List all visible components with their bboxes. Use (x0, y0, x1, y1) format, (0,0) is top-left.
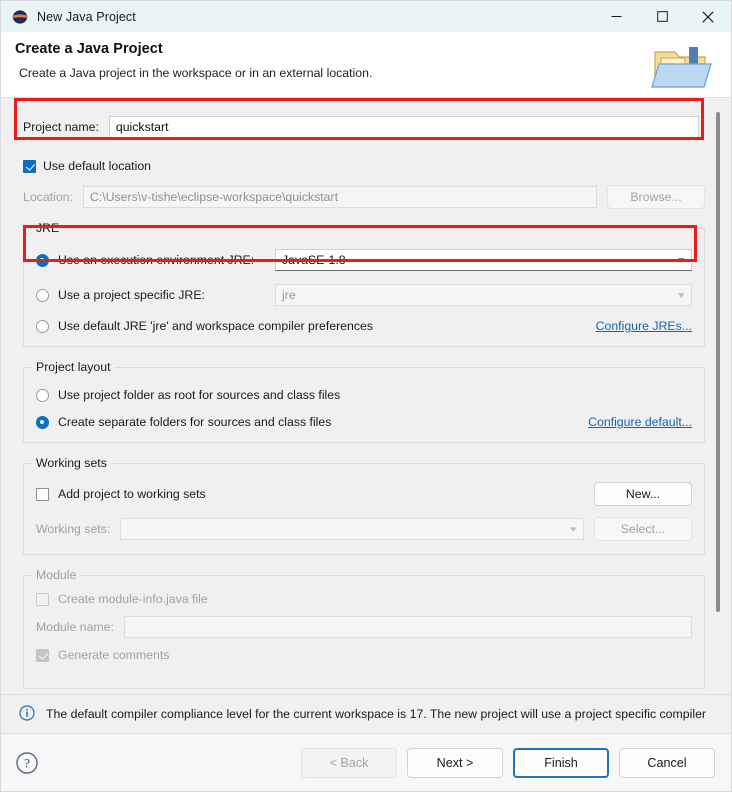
next-button[interactable]: Next > (407, 747, 503, 778)
jre-execution-environment-radio[interactable] (36, 253, 49, 267)
dialog-header: Create a Java Project Create a Java proj… (1, 32, 731, 98)
working-sets-combo[interactable]: ▾ (120, 518, 584, 540)
eclipse-icon (12, 9, 28, 25)
maximize-icon[interactable] (639, 1, 685, 32)
working-sets-group: Working sets Add project to working sets… (23, 456, 705, 555)
module-group: Module Create module-info.java file Modu… (23, 568, 705, 689)
window-controls (593, 1, 731, 32)
jre-option-execution-environment-row[interactable]: Use an execution environment JRE: JavaSE… (36, 249, 692, 271)
module-name-label: Module name: (36, 620, 114, 634)
dialog-footer: ? < Back Next > Finish Cancel (1, 733, 731, 791)
layout-separate-folders-label: Create separate folders for sources and … (58, 415, 332, 429)
java-project-folder-icon (645, 38, 717, 96)
title-bar: New Java Project (1, 1, 731, 32)
use-default-location-checkbox[interactable] (23, 159, 36, 173)
jre-execution-environment-value: JavaSE-1.8 (282, 253, 346, 267)
module-name-row: Module name: (36, 616, 692, 638)
layout-separate-folders-radio[interactable] (36, 415, 49, 429)
jre-project-specific-combo[interactable]: jre ▾ (275, 284, 692, 306)
location-row: Location: C:\Users\v-tishe\eclipse-works… (23, 185, 705, 209)
create-module-info-row[interactable]: Create module-info.java file (36, 592, 692, 606)
browse-button[interactable]: Browse... (607, 185, 705, 209)
use-default-location-row[interactable]: Use default location (23, 159, 705, 173)
create-module-info-label: Create module-info.java file (58, 592, 208, 606)
add-to-working-sets-checkbox[interactable] (36, 487, 49, 501)
project-name-row: Project name: quickstart (23, 116, 705, 138)
layout-project-folder-radio[interactable] (36, 388, 49, 402)
new-java-project-dialog: New Java Project Create a Java Project C… (0, 0, 732, 792)
chevron-down-icon: ▾ (678, 254, 686, 265)
jre-option-default-row[interactable]: Use default JRE 'jre' and workspace comp… (36, 319, 692, 333)
help-icon[interactable]: ? (15, 751, 39, 775)
back-button[interactable]: < Back (301, 747, 397, 778)
jre-execution-environment-label: Use an execution environment JRE: (58, 253, 255, 267)
close-icon[interactable] (685, 1, 731, 32)
project-layout-group: Project layout Use project folder as roo… (23, 360, 705, 443)
jre-default-label: Use default JRE 'jre' and workspace comp… (58, 319, 373, 333)
generate-comments-checkbox[interactable] (36, 648, 49, 662)
status-message: The default compiler compliance level fo… (46, 707, 707, 721)
layout-project-folder-label: Use project folder as root for sources a… (58, 388, 341, 402)
content-scrollbar[interactable] (713, 104, 723, 688)
svg-text:?: ? (24, 755, 30, 770)
jre-project-specific-radio[interactable] (36, 288, 49, 302)
location-input[interactable]: C:\Users\v-tishe\eclipse-workspace\quick… (82, 186, 597, 208)
select-working-set-button[interactable]: Select... (594, 517, 692, 541)
use-default-location-label: Use default location (43, 159, 152, 173)
generate-comments-label: Generate comments (58, 648, 170, 662)
chevron-down-icon: ▾ (570, 523, 578, 534)
jre-project-specific-value: jre (282, 288, 296, 302)
module-group-title: Module (32, 568, 81, 582)
working-sets-select-row: Working sets: ▾ Select... (36, 517, 692, 541)
title-bar-left: New Java Project (1, 9, 136, 25)
chevron-down-icon: ▾ (678, 289, 686, 300)
jre-option-project-specific-row[interactable]: Use a project specific JRE: jre ▾ (36, 284, 692, 306)
configure-jres-link[interactable]: Configure JREs... (596, 319, 692, 333)
add-to-working-sets-label: Add project to working sets (58, 487, 206, 501)
status-bar: The default compiler compliance level fo… (1, 694, 731, 733)
jre-execution-environment-combo[interactable]: JavaSE-1.8 ▾ (275, 249, 692, 271)
info-icon (19, 704, 35, 724)
jre-project-specific-label: Use a project specific JRE: (58, 288, 205, 302)
page-subtitle: Create a Java project in the workspace o… (19, 66, 373, 80)
project-name-label: Project name: (23, 120, 99, 134)
layout-option-separate-row[interactable]: Create separate folders for sources and … (36, 415, 692, 429)
jre-default-radio[interactable] (36, 319, 49, 333)
generate-comments-row[interactable]: Generate comments (36, 648, 692, 662)
layout-option-root-row[interactable]: Use project folder as root for sources a… (36, 388, 692, 402)
finish-button[interactable]: Finish (513, 747, 609, 778)
location-label: Location: (23, 190, 73, 204)
window-title: New Java Project (37, 9, 136, 24)
content-scrollbar-thumb[interactable] (716, 112, 720, 612)
working-sets-group-title: Working sets (32, 456, 111, 470)
project-layout-group-title: Project layout (32, 360, 115, 374)
jre-group: JRE Use an execution environment JRE: Ja… (23, 221, 705, 347)
working-sets-label: Working sets: (36, 522, 111, 536)
new-working-set-button[interactable]: New... (594, 482, 692, 506)
page-title: Create a Java Project (15, 41, 163, 57)
dialog-content: Project name: quickstart Use default loc… (1, 98, 731, 694)
module-name-input[interactable] (123, 616, 692, 638)
jre-group-title: JRE (32, 221, 64, 235)
add-to-working-sets-row[interactable]: Add project to working sets New... (36, 482, 692, 506)
project-name-input[interactable]: quickstart (108, 116, 699, 138)
cancel-button[interactable]: Cancel (619, 747, 715, 778)
dialog-content-area: Project name: quickstart Use default loc… (1, 98, 731, 694)
configure-default-link[interactable]: Configure default... (588, 415, 692, 429)
create-module-info-checkbox[interactable] (36, 592, 49, 606)
minimize-icon[interactable] (593, 1, 639, 32)
